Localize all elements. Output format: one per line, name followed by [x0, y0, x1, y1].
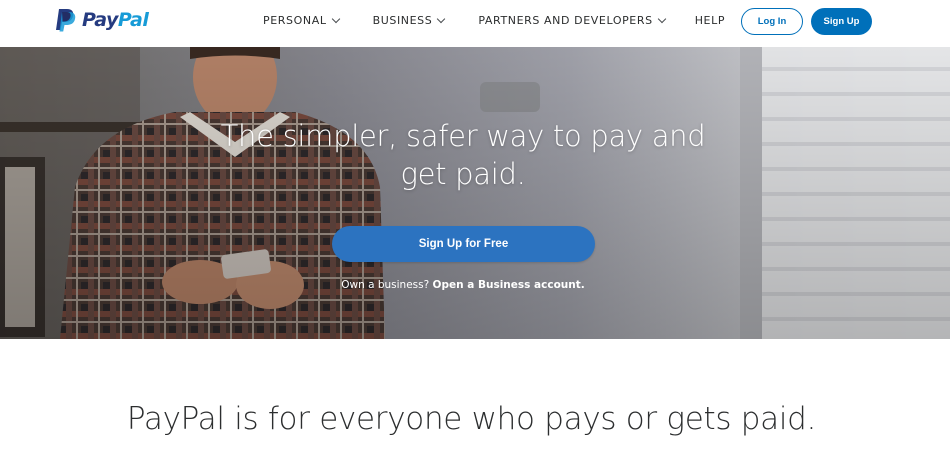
- nav-personal[interactable]: PERSONAL: [263, 14, 340, 27]
- site-header: PayPal PERSONAL BUSINESS PARTNERS AND DE…: [0, 0, 950, 47]
- hero-background-image: [0, 47, 950, 339]
- logo-wordmark: PayPal: [82, 9, 149, 31]
- chevron-down-icon: [437, 14, 446, 23]
- signup-free-button[interactable]: Sign Up for Free: [332, 226, 595, 262]
- nav-partners-developers[interactable]: PARTNERS AND DEVELOPERS: [478, 14, 666, 27]
- open-business-account-link[interactable]: Open a Business account.: [433, 279, 585, 291]
- main-nav: PERSONAL BUSINESS PARTNERS AND DEVELOPER…: [263, 14, 725, 27]
- section-tagline: PayPal is for everyone who pays or gets …: [126, 401, 817, 437]
- nav-partners-label: PARTNERS AND DEVELOPERS: [478, 14, 653, 27]
- hero-business-prompt: Own a business? Open a Business account.: [250, 279, 676, 291]
- chevron-down-icon: [657, 14, 666, 23]
- paypal-logo[interactable]: PayPal: [54, 8, 149, 32]
- nav-help-label: HELP: [694, 14, 726, 27]
- nav-help[interactable]: HELP: [695, 14, 725, 27]
- hero-title: The simpler, safer way to pay and get pa…: [220, 119, 706, 191]
- nav-business-label: BUSINESS: [372, 14, 433, 27]
- login-button[interactable]: Log In: [741, 8, 803, 35]
- chevron-down-icon: [331, 14, 340, 23]
- nav-business[interactable]: BUSINESS: [372, 14, 446, 27]
- signup-button[interactable]: Sign Up: [811, 8, 872, 35]
- paypal-logo-icon: [56, 9, 76, 32]
- hero-banner: The simpler, safer way to pay and get pa…: [0, 47, 950, 339]
- nav-personal-label: PERSONAL: [263, 14, 327, 27]
- business-prompt-text: Own a business?: [341, 279, 430, 291]
